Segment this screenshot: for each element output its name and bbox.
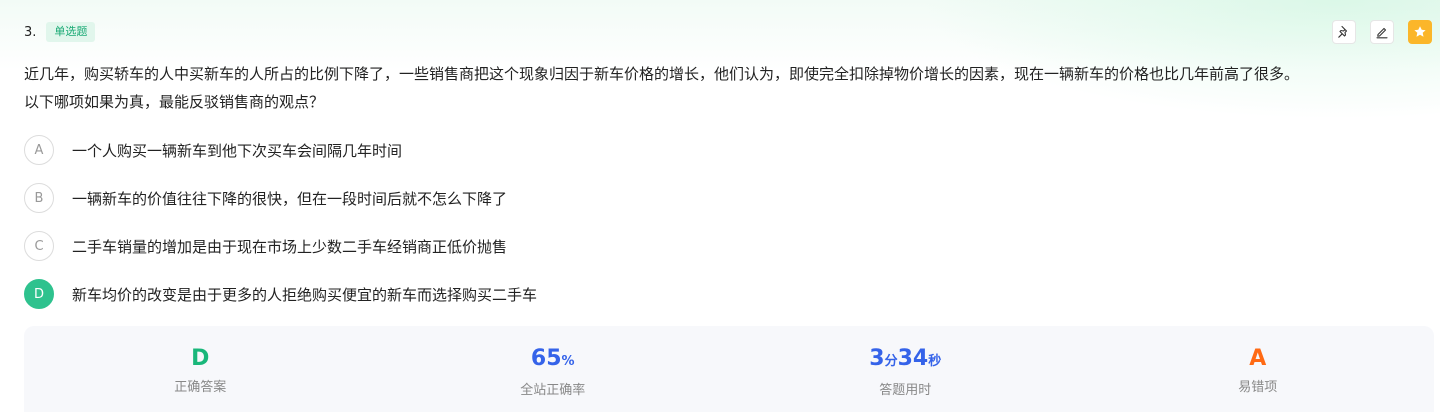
- time-label: 答题用时: [879, 383, 932, 398]
- option-letter: D: [24, 279, 54, 309]
- answer-options: A 一个人购买一辆新车到他下次买车会间隔几年时间 B 一辆新车的价值往往下降的很…: [24, 132, 537, 324]
- stat-common-wrong: A 易错项: [1082, 326, 1435, 412]
- pin-button[interactable]: [1332, 20, 1356, 44]
- stat-accuracy: 65% 全站正确率: [377, 326, 730, 412]
- pin-icon: [1338, 25, 1348, 38]
- option-text: 一辆新车的价值往往下降的很快，但在一段时间后就不怎么下降了: [72, 189, 508, 208]
- accuracy-value: 65%: [531, 346, 575, 375]
- time-minutes-unit: 分: [884, 354, 898, 369]
- option-letter: B: [24, 183, 54, 213]
- common-wrong-label: 易错项: [1238, 380, 1278, 395]
- time-seconds-unit: 秒: [928, 354, 942, 369]
- accuracy-unit: %: [561, 354, 575, 369]
- accuracy-number: 65: [530, 346, 562, 371]
- option-text: 一个人购买一辆新车到他下次买车会间隔几年时间: [72, 141, 403, 160]
- option-letter: A: [24, 135, 54, 165]
- time-minutes: 3: [869, 346, 885, 371]
- correct-answer-value: D: [191, 346, 210, 371]
- option-a[interactable]: A 一个人购买一辆新车到他下次买车会间隔几年时间: [24, 132, 537, 168]
- stat-time: 3分34秒 答题用时: [729, 326, 1082, 412]
- accuracy-label: 全站正确率: [520, 383, 586, 398]
- option-text: 新车均价的改变是由于更多的人拒绝购买便宜的新车而选择购买二手车: [72, 285, 538, 304]
- question-header: 3. 单选题: [24, 22, 96, 42]
- option-b[interactable]: B 一辆新车的价值往往下降的很快，但在一段时间后就不怎么下降了: [24, 180, 537, 216]
- edit-icon: [1376, 27, 1388, 39]
- common-wrong-value: A: [1249, 346, 1267, 371]
- stem-line-1: 近几年，购买轿车的人中买新车的人所占的比例下降了，一些销售商把这个现象归因于新车…: [24, 65, 1300, 83]
- option-d[interactable]: D 新车均价的改变是由于更多的人拒绝购买便宜的新车而选择购买二手车: [24, 276, 537, 312]
- time-value: 3分34秒: [869, 346, 941, 375]
- star-icon: [1414, 26, 1426, 37]
- correct-answer-label: 正确答案: [174, 380, 227, 395]
- question-type-badge: 单选题: [46, 22, 96, 42]
- time-seconds: 34: [897, 346, 929, 371]
- question-card: 3. 单选题 近几年，购买轿车的人中买新车的人所占的比例下降了，一些销售商把这个…: [0, 0, 1440, 412]
- edit-button[interactable]: [1370, 20, 1394, 44]
- stem-line-2: 以下哪项如果为真，最能反驳销售商的观点？: [24, 93, 325, 111]
- question-stem: 近几年，购买轿车的人中买新车的人所占的比例下降了，一些销售商把这个现象归因于新车…: [24, 60, 1299, 116]
- option-c[interactable]: C 二手车销量的增加是由于现在市场上少数二手车经销商正低价抛售: [24, 228, 537, 264]
- option-letter: C: [24, 231, 54, 261]
- question-number: 3.: [24, 24, 37, 40]
- favorite-button[interactable]: [1408, 20, 1432, 44]
- toolbar: [1332, 20, 1432, 44]
- option-text: 二手车销量的增加是由于现在市场上少数二手车经销商正低价抛售: [72, 237, 508, 256]
- answer-stats-panel: D 正确答案 65% 全站正确率 3分34秒 答题用时 A 易错项: [24, 326, 1434, 412]
- stat-correct-answer: D 正确答案: [24, 326, 377, 412]
